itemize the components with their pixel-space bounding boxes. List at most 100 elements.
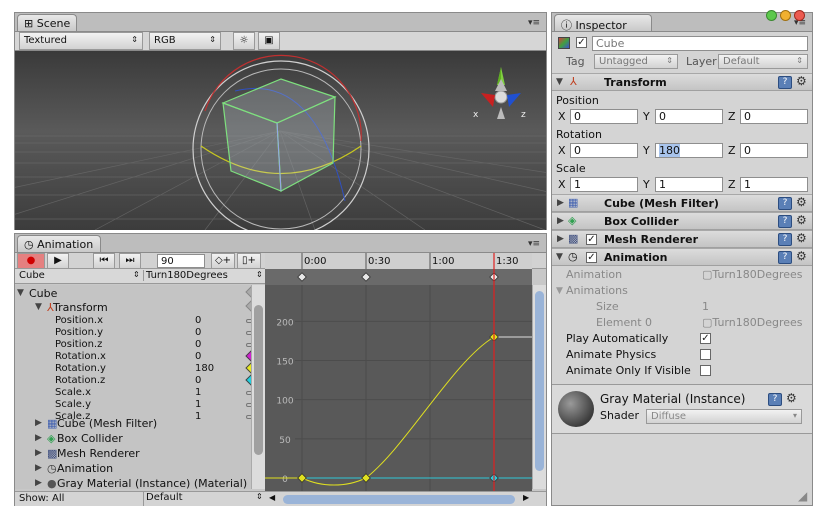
play-button[interactable]: ▶ xyxy=(47,253,69,269)
gear-icon[interactable]: ⚙ xyxy=(796,195,807,209)
tree-scrollbar[interactable] xyxy=(251,285,265,489)
tree-row[interactable]: Position.y 0 xyxy=(15,327,251,339)
position-y-field[interactable]: 0 xyxy=(655,109,723,124)
tree-row[interactable]: ▶ ◈ Box Collider xyxy=(15,432,251,446)
help-book-icon[interactable]: ? xyxy=(778,215,792,228)
animation-component-header[interactable]: ▼ ◷ ✓ Animation ? ⚙ xyxy=(552,248,812,266)
tree-row-value[interactable]: 0 xyxy=(195,315,201,326)
gear-icon[interactable]: ⚙ xyxy=(796,231,807,245)
close-window-icon[interactable] xyxy=(794,10,806,21)
record-button[interactable]: ● xyxy=(17,253,45,269)
help-book-icon[interactable]: ? xyxy=(778,233,792,246)
curve-editor[interactable]: 0:00 0:30 1:00 1:30 200 150 100 50 0 xyxy=(265,253,532,491)
help-book-icon[interactable]: ? xyxy=(768,393,782,406)
show-dropdown[interactable]: Default ⇕ xyxy=(143,492,263,506)
prev-key-button[interactable]: ⏮ xyxy=(93,253,115,269)
animation-menu-icon[interactable]: ▾≡ xyxy=(528,239,540,249)
tag-dropdown[interactable]: Untagged ⇕ xyxy=(594,54,678,69)
tree-row[interactable]: Position.x 0 xyxy=(15,315,251,327)
mesh-filter-header[interactable]: ▶ ▦ Cube (Mesh Filter) ? ⚙ xyxy=(552,194,812,212)
scene-menu-icon[interactable]: ▾≡ xyxy=(528,18,540,28)
curve-vscroll[interactable] xyxy=(532,285,546,489)
mesh-renderer-checkbox[interactable]: ✓ xyxy=(586,234,597,245)
tab-animation[interactable]: ◷ Animation xyxy=(17,235,101,252)
next-key-button[interactable]: ⏭ xyxy=(119,253,141,269)
animate-physics-checkbox[interactable] xyxy=(700,349,711,360)
clip-dropdown[interactable]: Turn180Degrees ⇕ xyxy=(143,270,263,281)
tree-row[interactable]: ▶ ▩ Mesh Renderer xyxy=(15,447,251,461)
scale-z-field[interactable]: 1 xyxy=(740,177,808,192)
expand-down-icon[interactable]: ▼ xyxy=(35,302,42,312)
gear-icon[interactable]: ⚙ xyxy=(796,74,807,88)
add-event-button[interactable]: ▯+ xyxy=(237,253,261,269)
object-dropdown[interactable]: Cube ⇕ xyxy=(19,270,141,281)
tree-row[interactable]: ▼ Cube xyxy=(15,286,251,300)
tree-row-value[interactable]: 0 xyxy=(195,351,201,362)
expand-right-icon[interactable]: ▶ xyxy=(35,418,42,428)
tree-row-value[interactable]: 0 xyxy=(195,375,201,386)
gear-icon[interactable]: ⚙ xyxy=(796,213,807,227)
tree-row-value[interactable]: 1 xyxy=(195,387,201,398)
tree-row-value[interactable]: 180 xyxy=(195,363,214,374)
layer-dropdown[interactable]: Default ⇕ xyxy=(718,54,808,69)
shader-dropdown[interactable]: Diffuse ▾ xyxy=(646,409,802,424)
add-keyframe-button[interactable]: ◇+ xyxy=(211,253,235,269)
mesh-renderer-header[interactable]: ▶ ▩ ✓ Mesh Renderer ? ⚙ xyxy=(552,230,812,248)
expand-right-icon[interactable]: ▶ xyxy=(35,478,42,488)
transform-header[interactable]: ▼ ⅄ Transform ? ⚙ xyxy=(552,73,812,91)
tree-row[interactable]: ▶ ◷ Animation xyxy=(15,462,251,476)
help-book-icon[interactable]: ? xyxy=(778,76,792,89)
tree-row[interactable]: ▶ ● Gray Material (Instance) (Material) xyxy=(15,477,251,489)
object-active-checkbox[interactable]: ✓ xyxy=(576,37,587,48)
expand-right-icon[interactable]: ▶ xyxy=(35,448,42,458)
frame-field[interactable]: 90 xyxy=(157,254,205,268)
rotation-y-field[interactable]: 180 xyxy=(655,143,723,158)
animate-visible-checkbox[interactable] xyxy=(700,365,711,376)
tree-row[interactable]: Scale.y 1 xyxy=(15,399,251,411)
tree-row[interactable]: Rotation.z 0 xyxy=(15,374,251,387)
gear-icon[interactable]: ⚙ xyxy=(796,249,807,263)
animation-component-checkbox[interactable]: ✓ xyxy=(586,252,597,263)
expand-right-icon[interactable]: ▶ xyxy=(35,463,42,473)
position-x-field[interactable]: 0 xyxy=(570,109,638,124)
help-book-icon[interactable]: ? xyxy=(778,251,792,264)
image-toggle[interactable]: ▣ xyxy=(258,32,280,50)
expand-down-icon[interactable]: ▼ xyxy=(17,288,24,298)
tree-row[interactable]: Rotation.y 180 xyxy=(15,362,251,375)
scroll-left-icon[interactable]: ◀ xyxy=(269,493,275,502)
scale-y-field[interactable]: 1 xyxy=(655,177,723,192)
tree-row[interactable]: Scale.x 1 xyxy=(15,387,251,399)
zoom-window-icon[interactable] xyxy=(766,10,777,21)
element-0-value[interactable]: ▢Turn180Degrees xyxy=(702,316,803,329)
tree-scroll-thumb[interactable] xyxy=(254,305,263,455)
box-collider-header[interactable]: ▶ ◈ Box Collider ? ⚙ xyxy=(552,212,812,230)
tree-row[interactable]: ▼ ⅄ Transform xyxy=(15,300,251,314)
rotation-x-field[interactable]: 0 xyxy=(570,143,638,158)
tab-scene[interactable]: ⊞ Scene xyxy=(17,14,77,31)
tree-row-value[interactable]: 0 xyxy=(195,327,201,338)
scroll-right-icon[interactable]: ▶ xyxy=(523,493,529,502)
scale-x-field[interactable]: 1 xyxy=(570,177,638,192)
tree-row-value[interactable]: 0 xyxy=(195,339,201,350)
gear-icon[interactable]: ⚙ xyxy=(786,391,797,405)
minimize-window-icon[interactable] xyxy=(780,10,792,21)
color-mode-dropdown[interactable]: RGB ⇕ xyxy=(149,32,221,50)
tab-inspector[interactable]: ⓘ Inspector xyxy=(554,14,652,32)
help-book-icon[interactable]: ? xyxy=(778,197,792,210)
render-mode-dropdown[interactable]: Textured ⇕ xyxy=(19,32,143,50)
object-name-field[interactable]: Cube xyxy=(592,36,808,51)
tree-row-value[interactable]: 1 xyxy=(195,399,201,410)
curve-vscroll-thumb[interactable] xyxy=(535,291,544,471)
scene-viewport[interactable]: x z xyxy=(15,51,546,230)
tree-row[interactable]: Rotation.x 0 xyxy=(15,350,251,363)
lighting-toggle[interactable]: ☼ xyxy=(233,32,255,50)
timeline-hscroll-thumb[interactable] xyxy=(283,495,515,504)
animation-field-value[interactable]: ▢Turn180Degrees xyxy=(702,268,803,281)
tree-row[interactable]: ▶ ▦ Cube (Mesh Filter) xyxy=(15,417,251,431)
expand-right-icon[interactable]: ▶ xyxy=(35,433,42,443)
tree-row[interactable]: Position.z 0 xyxy=(15,339,251,351)
size-value[interactable]: 1 xyxy=(702,300,709,313)
position-z-field[interactable]: 0 xyxy=(740,109,808,124)
resize-grip-icon[interactable]: ◢ xyxy=(798,489,807,503)
rotation-z-field[interactable]: 0 xyxy=(740,143,808,158)
